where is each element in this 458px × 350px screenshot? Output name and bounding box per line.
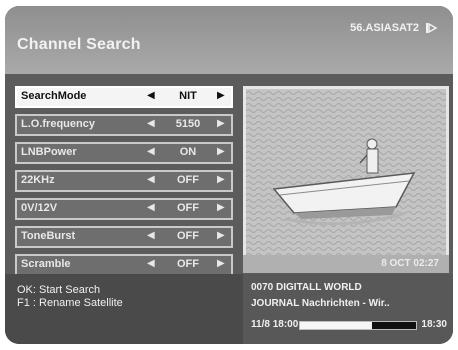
menu-row-0v-12v[interactable]: 0V/12V ◀ OFF ▶ <box>15 198 233 220</box>
arrow-right-icon[interactable]: ▶ <box>217 202 225 213</box>
arrow-right-icon[interactable]: ▶ <box>217 118 225 129</box>
menu-row-value: OFF <box>177 258 199 270</box>
date-bar: 8 OCT 02:27 <box>243 255 449 273</box>
menu-row-value: NIT <box>179 90 197 102</box>
menu-row-value: 5150 <box>175 118 201 130</box>
arrow-left-icon[interactable]: ◀ <box>147 118 155 129</box>
program-progress-bar <box>299 321 417 330</box>
arrow-left-icon[interactable]: ◀ <box>147 174 155 185</box>
settings-menu: SearchMode ◀ NIT ▶ L.O.frequency ◀ 5150 … <box>15 86 233 282</box>
menu-row-scramble[interactable]: Scramble ◀ OFF ▶ <box>15 254 233 276</box>
menu-row-label: Scramble <box>21 258 71 270</box>
menu-row-tone-burst[interactable]: ToneBurst ◀ OFF ▶ <box>15 226 233 248</box>
help-line-ok: OK: Start Search <box>17 284 101 296</box>
help-text: OK: Start Search F1 : Rename Satellite <box>17 284 123 310</box>
arrow-left-icon[interactable]: ◀ <box>147 202 155 213</box>
menu-row-label: SearchMode <box>21 90 87 102</box>
menu-row-search-mode[interactable]: SearchMode ◀ NIT ▶ <box>15 86 233 108</box>
header: Channel Search 56.ASIASAT2 <box>5 6 453 74</box>
footer: OK: Start Search F1 : Rename Satellite 0… <box>5 274 453 344</box>
menu-row-label: L.O.frequency <box>21 118 95 130</box>
menu-row-22khz[interactable]: 22KHz ◀ OFF ▶ <box>15 170 233 192</box>
arrow-right-icon[interactable]: ▶ <box>217 258 225 269</box>
program-title: JOURNAL Nachrichten - Wir.. <box>251 298 390 309</box>
menu-row-value: ON <box>179 146 197 158</box>
menu-row-lnb-power[interactable]: LNBPower ◀ ON ▶ <box>15 142 233 164</box>
video-preview <box>243 86 449 258</box>
arrow-left-icon[interactable]: ◀ <box>147 230 155 241</box>
program-progress-row: 11/8 18:00 18:30 <box>251 318 447 332</box>
menu-row-lo-frequency[interactable]: L.O.frequency ◀ 5150 ▶ <box>15 114 233 136</box>
content-area: SearchMode ◀ NIT ▶ L.O.frequency ◀ 5150 … <box>5 74 453 276</box>
channel-search-screen: Channel Search 56.ASIASAT2 SearchMode ◀ … <box>5 6 453 344</box>
arrow-right-icon[interactable]: ▶ <box>217 90 225 101</box>
program-end-time: 18:30 <box>421 319 447 330</box>
satellite-dish-icon <box>426 22 438 34</box>
menu-row-value: OFF <box>177 202 199 214</box>
program-info: 0070 DIGITALL WORLD JOURNAL Nachrichten … <box>243 274 453 344</box>
menu-row-label: LNBPower <box>21 146 77 158</box>
arrow-left-icon[interactable]: ◀ <box>147 90 155 101</box>
menu-row-label: 0V/12V <box>21 202 58 214</box>
boat-picture <box>246 89 446 255</box>
satellite-name: 56.ASIASAT2 <box>350 22 419 34</box>
menu-row-value: OFF <box>177 174 199 186</box>
arrow-right-icon[interactable]: ▶ <box>217 146 225 157</box>
preview-date: 8 OCT 02:27 <box>381 258 439 269</box>
arrow-left-icon[interactable]: ◀ <box>147 146 155 157</box>
channel-name: 0070 DIGITALL WORLD <box>251 282 362 293</box>
help-line-f1: F1 : Rename Satellite <box>17 297 123 309</box>
page-title: Channel Search <box>17 36 141 53</box>
arrow-left-icon[interactable]: ◀ <box>147 258 155 269</box>
menu-row-value: OFF <box>177 230 199 242</box>
program-progress-fill <box>300 322 372 329</box>
arrow-right-icon[interactable]: ▶ <box>217 230 225 241</box>
arrow-right-icon[interactable]: ▶ <box>217 174 225 185</box>
menu-row-label: 22KHz <box>21 174 55 186</box>
program-start-time: 11/8 18:00 <box>251 319 299 330</box>
menu-row-label: ToneBurst <box>21 230 76 242</box>
